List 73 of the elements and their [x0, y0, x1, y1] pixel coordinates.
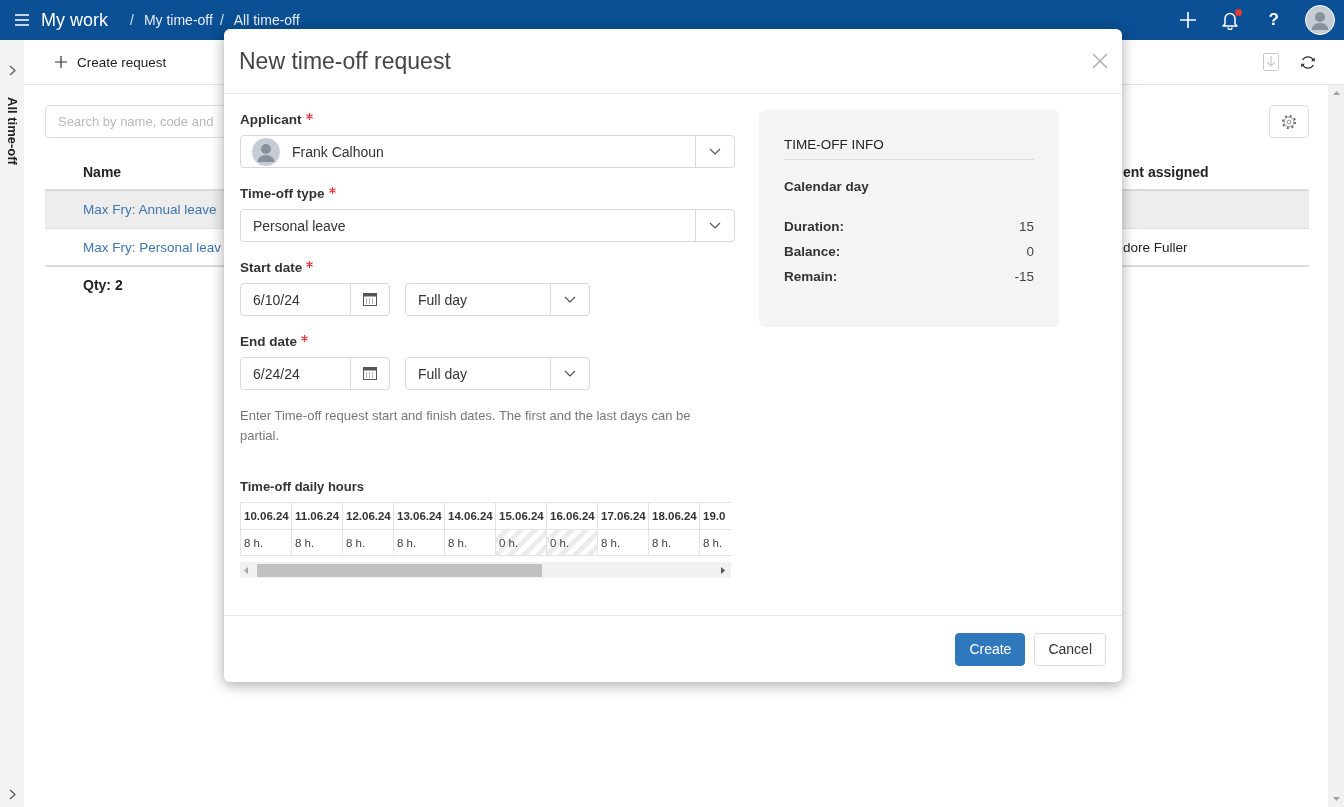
breadcrumb-separator: / — [219, 12, 224, 28]
date-header-cell: 14.06.24 — [445, 503, 496, 530]
info-value: 15 — [1018, 218, 1034, 236]
breadcrumb-separator: / — [130, 12, 134, 28]
date-header-cell: 12.06.24 — [343, 503, 394, 530]
info-title: TIME-OFF INFO — [784, 136, 884, 154]
help-button[interactable]: ? — [1268, 10, 1279, 30]
calendar-icon[interactable] — [363, 367, 377, 380]
field-label: Applicant — [240, 111, 302, 129]
date-header-cell: 10.06.24 — [241, 503, 292, 530]
hours-cell: 8 h. — [700, 530, 731, 556]
field-label: Time-off type — [240, 185, 325, 203]
field-label: End date — [240, 333, 297, 351]
breadcrumb-link[interactable]: My time-off — [143, 12, 213, 28]
hours-cell: 8 h. — [598, 530, 649, 556]
date-header-cell: 18.06.24 — [649, 503, 700, 530]
table-cell: dore Fuller — [1123, 239, 1188, 255]
create-button[interactable]: Create — [955, 632, 1026, 666]
hours-cell: 8 h. — [292, 530, 343, 556]
hours-cell: 8 h. — [394, 530, 445, 556]
hours-cell: 8 h. — [343, 530, 394, 556]
create-request-button[interactable]: Create request — [55, 54, 167, 70]
info-label: Balance: — [784, 243, 841, 261]
date-header-cell: 11.06.24 — [292, 503, 343, 530]
type-select[interactable]: Personal leave — [240, 209, 735, 242]
rail-title[interactable]: All time-off — [4, 97, 20, 165]
hours-cell: 8 h. — [241, 530, 292, 556]
avatar-icon — [251, 136, 281, 167]
hours-cell: 0 h. — [496, 530, 547, 556]
column-header: ent assigned — [1123, 164, 1209, 180]
date-header-cell: 17.06.24 — [598, 503, 649, 530]
app-title[interactable]: My work — [41, 9, 108, 31]
day-part-select[interactable]: Full day — [405, 283, 590, 316]
refresh-icon[interactable] — [1300, 54, 1316, 70]
request-link[interactable]: Max Fry: Personal leav — [83, 239, 222, 255]
settings-icon — [1281, 113, 1297, 130]
info-label: Remain: — [784, 268, 838, 286]
chevron-right-icon[interactable] — [8, 789, 16, 800]
chevron-right-icon[interactable] — [8, 65, 16, 76]
date-header-cell: 19.0 — [700, 503, 731, 530]
arrow-right-icon[interactable] — [721, 566, 725, 574]
info-subtitle: Calendar day — [784, 178, 869, 196]
avatar-icon[interactable] — [1305, 5, 1335, 35]
request-link[interactable]: Max Fry: Annual leave — [83, 202, 217, 217]
info-value: 0 — [1026, 243, 1034, 261]
plus-icon[interactable] — [1179, 12, 1196, 28]
column-header: Name — [82, 164, 122, 180]
chevron-down-icon — [564, 370, 576, 377]
cancel-button[interactable]: Cancel — [1034, 632, 1106, 666]
dialog-title: New time-off request — [239, 47, 451, 75]
plus-icon — [55, 56, 67, 68]
hours-cell: 8 h. — [649, 530, 700, 556]
date-field[interactable]: 6/24/24 — [240, 357, 390, 390]
breadcrumb-link[interactable]: All time-off — [233, 12, 300, 28]
scrollbar-thumb[interactable] — [257, 563, 542, 577]
chevron-down-icon — [709, 222, 721, 229]
hint-text: Enter Time-off request start and finish dates. The first and the last days can be partial. — [240, 407, 692, 445]
menu-icon[interactable] — [15, 14, 29, 26]
info-value: -15 — [1014, 268, 1034, 286]
info-label: Duration: — [784, 218, 844, 236]
hours-cell: 0 h. — [547, 530, 598, 556]
quantity-label: Qty: 2 — [82, 277, 123, 293]
chevron-down-icon — [709, 148, 721, 155]
calendar-icon[interactable] — [363, 293, 377, 306]
horizontal-scrollbar[interactable] — [240, 562, 731, 578]
date-header-cell: 13.06.24 — [394, 503, 445, 530]
section-title: Time-off daily hours — [240, 478, 364, 496]
day-part-select[interactable]: Full day — [405, 357, 590, 390]
field-label: Start date — [240, 259, 303, 277]
bell-icon[interactable] — [1221, 10, 1238, 30]
chevron-down-icon — [564, 296, 576, 303]
applicant-select[interactable]: Frank Calhoun — [240, 135, 735, 168]
date-field[interactable]: 6/10/24 — [240, 283, 390, 316]
